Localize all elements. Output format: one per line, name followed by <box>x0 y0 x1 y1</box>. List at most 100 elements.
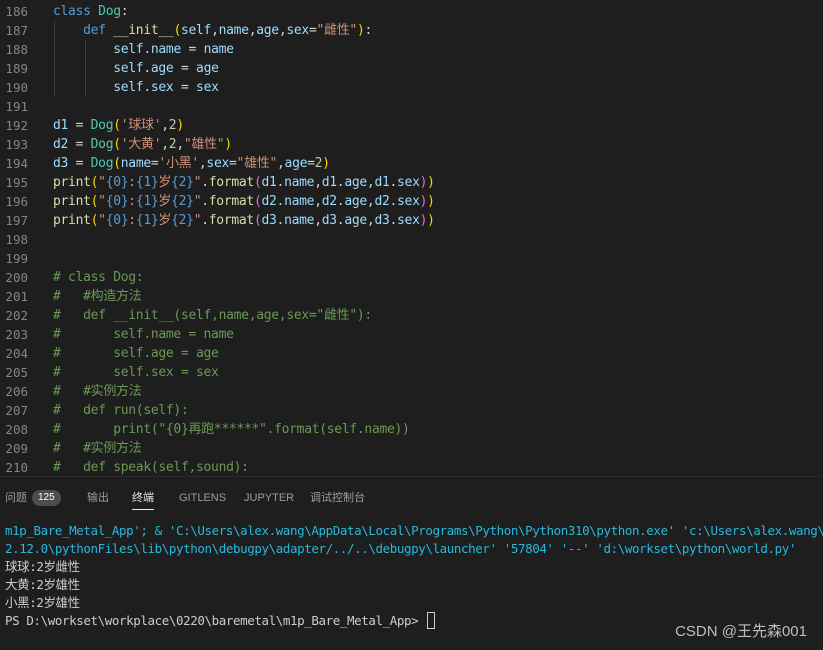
code-token: . <box>389 175 398 190</box>
code-line[interactable]: 187 def __init__(self,name,age,sex="雌性")… <box>0 21 823 40</box>
code-token: name <box>284 194 315 209</box>
code-line[interactable]: 199 <box>0 249 823 268</box>
line-number: 187 <box>5 23 28 38</box>
code-token: ( <box>113 137 121 152</box>
code-token: # #实例方法 <box>53 441 142 456</box>
code-token: {1} <box>135 213 159 228</box>
line-number: 198 <box>5 232 28 247</box>
code-line[interactable]: 202 # def __init__(self,name,age,sex="雌性"… <box>0 306 823 325</box>
code-token: Dog <box>90 156 114 171</box>
code-token: d2 <box>261 194 277 209</box>
code-line[interactable]: 207 # def run(self): <box>0 401 823 420</box>
code-text: # #构造方法 <box>53 287 142 306</box>
code-line[interactable]: 190 self.sex = sex <box>0 78 823 97</box>
terminal-line: m1p_Bare_Metal_App'; & 'C:\Users\alex.wa… <box>5 522 823 540</box>
indent-guide <box>85 40 86 97</box>
code-line[interactable]: 201 # #构造方法 <box>0 287 823 306</box>
code-token: # print("{0}再跑******".format(self.name)) <box>53 422 410 437</box>
code-line[interactable]: 208 # print("{0}再跑******".format(self.nam… <box>0 420 823 439</box>
tab-terminal[interactable]: 终端 <box>132 490 154 510</box>
code-token: ) <box>356 23 365 38</box>
code-token: # self.name = name <box>53 327 234 342</box>
code-line[interactable]: 186 class Dog: <box>0 2 823 21</box>
code-line[interactable]: 192 d1 = Dog('球球',2) <box>0 116 823 135</box>
code-line[interactable]: 206 # #实例方法 <box>0 382 823 401</box>
code-token: : <box>128 213 136 228</box>
code-token: , <box>277 156 285 171</box>
code-token: sex <box>397 213 420 228</box>
code-token: = <box>68 156 91 171</box>
line-number: 209 <box>5 441 28 456</box>
code-text: # def __init__(self,name,age,sex="雌性"): <box>53 306 372 325</box>
line-number: 196 <box>5 194 28 209</box>
code-text: print("{0}:{1}岁{2}".format(d2.name,d2.ag… <box>53 192 435 211</box>
code-token: = <box>173 80 197 95</box>
code-token: {0} <box>105 194 129 209</box>
code-token: name <box>284 175 315 190</box>
code-token: sex <box>150 80 174 95</box>
code-line[interactable]: 200 # class Dog: <box>0 268 823 287</box>
code-line[interactable]: 189 self.age = age <box>0 59 823 78</box>
code-token: Dog <box>90 118 114 133</box>
tab-problems[interactable]: 问题 125 <box>5 490 61 506</box>
line-number: 201 <box>5 289 28 304</box>
code-token: {2} <box>171 194 194 209</box>
line-number: 193 <box>5 137 28 152</box>
terminal-line: 小黑:2岁雄性 <box>5 594 80 612</box>
tab-output[interactable]: 输出 <box>87 490 109 506</box>
code-token: name <box>218 23 249 38</box>
code-token: sex <box>206 156 230 171</box>
code-token: . <box>276 194 285 209</box>
code-line[interactable]: 196 print("{0}:{1}岁{2}".format(d2.name,d2… <box>0 192 823 211</box>
tab-jupyter[interactable]: JUPYTER <box>244 490 294 506</box>
code-text: def __init__(self,name,age,sex="雌性"): <box>53 21 372 40</box>
terminal-text: 球球:2岁雌性 <box>5 559 80 574</box>
code-token: 岁 <box>158 194 172 209</box>
code-token: , <box>176 137 184 152</box>
line-number: 203 <box>5 327 28 342</box>
code-line[interactable]: 205 # self.sex = sex <box>0 363 823 382</box>
code-text: self.age = age <box>53 59 219 78</box>
code-editor[interactable]: 186 class Dog: 187 def __init__(self,name,… <box>0 0 823 476</box>
code-token: = <box>68 137 91 152</box>
tab-label: 调试控制台 <box>310 492 365 504</box>
code-line[interactable]: 193 d2 = Dog('大黄',2,"雄性") <box>0 135 823 154</box>
indent-guide <box>54 21 55 97</box>
code-token: d3 <box>261 213 277 228</box>
code-token: . <box>276 175 285 190</box>
tab-label: 终端 <box>132 492 154 504</box>
code-token: ) <box>176 118 184 133</box>
code-line[interactable]: 188 self.name = name <box>0 40 823 59</box>
code-token: {2} <box>171 213 194 228</box>
code-token: ( <box>173 23 181 38</box>
code-line[interactable]: 195 print("{0}:{1}岁{2}".format(d1.name,d1… <box>0 173 823 192</box>
code-line[interactable]: 209 # #实例方法 <box>0 439 823 458</box>
code-token: # def __init__(self,name,age,sex="雌性"): <box>53 308 372 323</box>
code-line[interactable]: 203 # self.name = name <box>0 325 823 344</box>
code-line[interactable]: 204 # self.age = age <box>0 344 823 363</box>
code-token: d1 <box>53 118 69 133</box>
code-token: " <box>98 194 106 209</box>
tab-gitlens[interactable]: GITLENS <box>179 490 226 506</box>
code-line[interactable]: 198 <box>0 230 823 249</box>
code-line[interactable]: 197 print("{0}:{1}岁{2}".format(d3.name,d3… <box>0 211 823 230</box>
line-number: 207 <box>5 403 28 418</box>
code-token: age <box>150 61 174 76</box>
code-token: d1 <box>321 175 337 190</box>
code-line[interactable]: 210 # def speak(self,sound): <box>0 458 823 476</box>
code-token: : <box>120 4 129 19</box>
code-token: = <box>308 23 317 38</box>
code-token: name <box>120 156 151 171</box>
watermark: CSDN @王先森001 <box>675 623 807 640</box>
tab-label: 问题 <box>5 492 27 504</box>
code-token: d3 <box>321 213 337 228</box>
code-line[interactable]: 194 d3 = Dog(name='小黑',sex="雄性",age=2) <box>0 154 823 173</box>
code-text: print("{0}:{1}岁{2}".format(d3.name,d3.ag… <box>53 211 435 230</box>
code-text: # #实例方法 <box>53 382 142 401</box>
terminal-cursor <box>427 612 436 629</box>
code-token: age <box>344 213 367 228</box>
code-line[interactable]: 191 <box>0 97 823 116</box>
tab-debug-console[interactable]: 调试控制台 <box>310 490 365 506</box>
